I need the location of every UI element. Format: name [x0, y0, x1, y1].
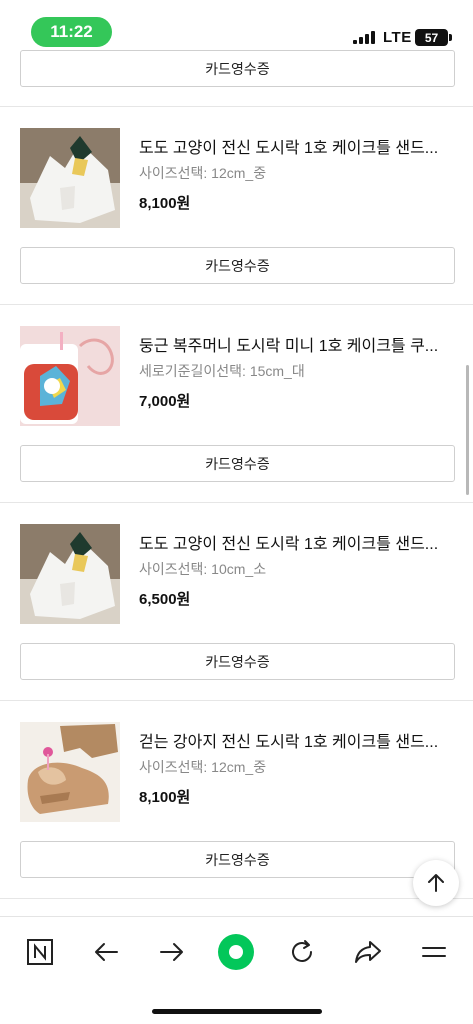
order-list[interactable]: 카드영수증 도도 고양이 전신 도시락 1호 케이크틀 샌드... 사이즈선택:… — [0, 48, 473, 916]
order-item[interactable]: 도도 고양이 전신 도시락 1호 케이크틀 샌드... 사이즈선택: 10cm_… — [0, 524, 473, 634]
receipt-button[interactable]: 카드영수증 — [20, 841, 455, 878]
cat-cake-photo — [20, 524, 120, 624]
back-arrow-icon[interactable] — [86, 932, 126, 972]
home-indicator — [152, 1009, 322, 1014]
forward-arrow-icon[interactable] — [152, 932, 192, 972]
divider — [0, 700, 473, 701]
arrow-up-icon — [428, 874, 444, 892]
item-title[interactable]: 도도 고양이 전신 도시락 1호 케이크틀 샌드... — [139, 134, 455, 158]
item-price: 8,100원 — [139, 195, 191, 212]
menu-icon[interactable] — [414, 932, 454, 972]
pouch-cake-photo — [20, 326, 120, 426]
divider — [0, 304, 473, 305]
network-label: LTE — [383, 29, 412, 46]
scrollbar[interactable] — [466, 365, 469, 495]
item-price: 6,500원 — [139, 591, 191, 608]
item-price: 8,100원 — [139, 789, 191, 806]
divider — [0, 106, 473, 107]
bottom-nav — [0, 916, 473, 1024]
item-price: 7,000원 — [139, 393, 191, 410]
receipt-button[interactable]: 카드영수증 — [20, 247, 455, 284]
item-title[interactable]: 걷는 강아지 전신 도시락 1호 케이크틀 샌드... — [139, 728, 455, 752]
item-title[interactable]: 도도 고양이 전신 도시락 1호 케이크틀 샌드... — [139, 530, 455, 554]
order-item[interactable]: 둥근 복주머니 도시락 미니 1호 케이크틀 쿠... 세로기준길이선택: 15… — [0, 326, 473, 436]
item-option: 사이즈선택: 12cm_중 — [139, 759, 267, 775]
cat-cake-photo — [20, 128, 120, 228]
scroll-top-button[interactable] — [413, 860, 459, 906]
battery-icon: 57 — [415, 29, 452, 46]
refresh-icon[interactable] — [282, 932, 322, 972]
item-title[interactable]: 둥근 복주머니 도시락 미니 1호 케이크틀 쿠... — [139, 332, 455, 356]
order-item[interactable]: 도도 고양이 전신 도시락 1호 케이크틀 샌드... 사이즈선택: 12cm_… — [0, 128, 473, 238]
item-option: 사이즈선택: 12cm_중 — [139, 165, 267, 181]
item-option: 세로기준길이선택: 15cm_대 — [139, 363, 305, 379]
receipt-button[interactable]: 카드영수증 — [20, 643, 455, 680]
order-item[interactable]: 걷는 강아지 전신 도시락 1호 케이크틀 샌드... 사이즈선택: 12cm_… — [0, 722, 473, 832]
naver-home-icon[interactable] — [20, 932, 60, 972]
divider — [0, 502, 473, 503]
divider — [0, 898, 473, 899]
signal-icon — [353, 30, 375, 44]
receipt-button[interactable]: 카드영수증 — [20, 445, 455, 482]
green-dot-icon[interactable] — [216, 932, 256, 972]
status-time: 11:22 — [31, 17, 112, 47]
item-option: 사이즈선택: 10cm_소 — [139, 561, 267, 577]
share-icon[interactable] — [348, 932, 388, 972]
receipt-button[interactable]: 카드영수증 — [20, 50, 455, 87]
dog-cake-photo — [20, 722, 120, 822]
